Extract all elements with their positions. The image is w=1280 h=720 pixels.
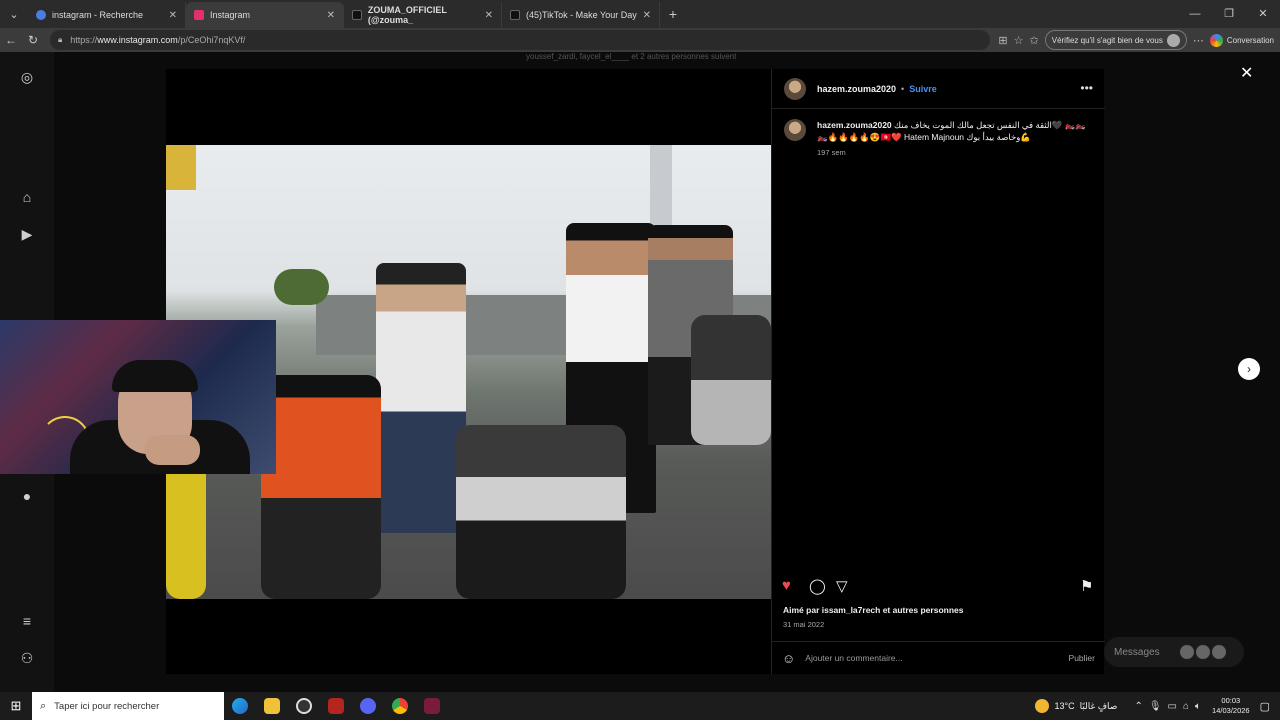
- save-bookmark-icon[interactable]: ⚑: [1080, 577, 1093, 595]
- favorite-star-icon[interactable]: ☆: [1014, 34, 1024, 47]
- taskbar-search[interactable]: ⌕ Taper ici pour rechercher: [32, 692, 224, 720]
- author-username[interactable]: hazem.zouma2020: [817, 84, 896, 94]
- acrobat-icon[interactable]: [320, 692, 352, 720]
- post-caption: hazem.zouma2020 الثقة في النفس تجعل مالك…: [784, 119, 1094, 159]
- microphone-icon[interactable]: 🎙︎: [1149, 701, 1162, 712]
- comment-input[interactable]: [805, 653, 1046, 663]
- yellow-motorcycle: [166, 460, 206, 599]
- windows-start-icon[interactable]: ⊞: [0, 698, 32, 714]
- refresh-button[interactable]: ↻: [22, 33, 44, 47]
- copilot-button[interactable]: Conversation: [1209, 33, 1274, 47]
- person-striped-shirt: [376, 263, 466, 533]
- next-post-button[interactable]: ›: [1238, 358, 1260, 380]
- tab-actions-button[interactable]: ⌄: [0, 0, 28, 28]
- back-button[interactable]: ←: [0, 33, 22, 47]
- discord-icon[interactable]: [352, 692, 384, 720]
- chevron-up-icon[interactable]: ⌃: [1134, 701, 1142, 712]
- messages-button[interactable]: Messages: [1104, 637, 1244, 667]
- media-app-icon[interactable]: [416, 692, 448, 720]
- message-avatars: [1179, 645, 1226, 659]
- notification-icon[interactable]: ▢: [1260, 700, 1270, 713]
- close-icon[interactable]: ✕: [169, 10, 177, 21]
- instagram-logo-icon[interactable]: ◎: [18, 68, 36, 86]
- device-icon[interactable]: ▭: [1168, 701, 1177, 712]
- trees: [274, 269, 329, 305]
- tab-zouma-tiktok[interactable]: ZOUMA_OFFICIEL (@zouma_ ✕: [344, 2, 502, 28]
- url-bar[interactable]: 🔒︎ https://www.instagram.com/p/CeOhi7nqK…: [50, 30, 990, 50]
- tab-tiktok[interactable]: (45)TikTok - Make Your Day ✕: [502, 2, 660, 28]
- copilot-icon: [1209, 33, 1223, 47]
- favorites-icon[interactable]: ✩: [1030, 34, 1039, 47]
- maximize-button[interactable]: ❐: [1212, 0, 1246, 28]
- reels-icon[interactable]: ▶: [18, 225, 36, 243]
- close-icon[interactable]: ✕: [1240, 63, 1253, 83]
- tiktok-icon: [510, 10, 520, 20]
- post-actions: ♥ ◯ ▽ ⚑: [772, 575, 1105, 599]
- white-motorcycle: [456, 425, 626, 599]
- tab-strip: ⌄ instagram - Recherche ✕ Instagram ✕ ZO…: [0, 0, 1280, 28]
- caption-time[interactable]: 197 sem: [817, 147, 1094, 159]
- suggestion-text: youssef_zardi, faycel_el____ et 2 autres…: [526, 52, 737, 61]
- likes-text[interactable]: Aimé par issam_la7rech et autres personn…: [783, 605, 963, 615]
- minimize-button[interactable]: —: [1178, 0, 1212, 28]
- more-options-icon[interactable]: •••: [1080, 81, 1093, 95]
- instagram-page: ◎ ⌂ ▶ ▥ ● ≡ ⚇ youssef_zardi, faycel_el__…: [0, 52, 1280, 692]
- edge-app-icon[interactable]: [224, 692, 256, 720]
- webcam-overlay: [0, 320, 276, 474]
- author-avatar[interactable]: [784, 77, 806, 100]
- instagram-icon: [194, 10, 204, 20]
- tiktok-icon: [352, 10, 362, 20]
- menu-icon[interactable]: ≡: [18, 612, 36, 630]
- caption-username[interactable]: hazem.zouma2020: [817, 120, 892, 130]
- post-header: hazem.zouma2020 • Suivre •••: [772, 69, 1105, 109]
- gas-station-canopy: [166, 145, 196, 190]
- weather-icon: [1035, 699, 1050, 713]
- caption-avatar[interactable]: [784, 119, 806, 141]
- new-tab-button[interactable]: +: [660, 6, 686, 22]
- more-apps-icon[interactable]: ⚇: [18, 649, 36, 667]
- comment-box: ☺ Publier: [772, 641, 1105, 674]
- volume-icon[interactable]: 🔈︎: [1195, 701, 1201, 712]
- orange-motorcycle: [261, 375, 381, 599]
- separator-dot: •: [901, 83, 905, 94]
- more-options-icon[interactable]: ⋯: [1193, 34, 1204, 47]
- grey-motorcycle: [691, 315, 771, 445]
- publish-button[interactable]: Publier: [1069, 653, 1095, 663]
- close-icon[interactable]: ✕: [327, 10, 335, 21]
- close-icon[interactable]: ✕: [485, 10, 493, 21]
- file-explorer-icon[interactable]: [256, 692, 288, 720]
- profile-verify-button[interactable]: Vérifiez qu'il s'agit bien de vous: [1044, 30, 1187, 50]
- post-side-panel: hazem.zouma2020 • Suivre ••• hazem.zouma…: [771, 69, 1105, 674]
- close-icon[interactable]: ✕: [643, 10, 651, 21]
- tab-instagram[interactable]: Instagram ✕: [186, 2, 344, 28]
- close-window-button[interactable]: ✕: [1246, 0, 1280, 28]
- streamer-hand: [145, 435, 200, 465]
- app-available-icon[interactable]: ⊞: [998, 34, 1007, 47]
- emoji-icon[interactable]: ☺: [782, 651, 795, 666]
- tab-instagram-search[interactable]: instagram - Recherche ✕: [28, 2, 186, 28]
- follow-button[interactable]: Suivre: [909, 84, 937, 94]
- system-tray: 13°C صافٍ غالبًا ⌃ 🎙︎ ▭ ⌂ 🔈︎ 00:03 14/03…: [1035, 692, 1280, 720]
- share-icon[interactable]: ▽: [836, 577, 848, 595]
- search-icon: ⌕: [40, 699, 47, 712]
- comment-icon[interactable]: ◯: [809, 577, 826, 595]
- weather-widget[interactable]: 13°C صافٍ غالبًا: [1035, 699, 1117, 713]
- chrome-icon[interactable]: [384, 692, 416, 720]
- taskbar: ⊞ ⌕ Taper ici pour rechercher 13°C صافٍ …: [0, 692, 1280, 720]
- toolbar-right: ⊞ ☆ ✩ Vérifiez qu'il s'agit bien de vous…: [998, 30, 1274, 50]
- obs-icon[interactable]: [288, 692, 320, 720]
- profile-icon[interactable]: ●: [18, 487, 36, 505]
- like-heart-icon[interactable]: ♥: [782, 577, 791, 594]
- bing-search-icon: [36, 10, 46, 20]
- home-icon[interactable]: ⌂: [18, 188, 36, 206]
- post-date: 31 mai 2022: [783, 620, 825, 629]
- lock-icon: 🔒︎: [58, 35, 63, 44]
- post-dialog: hazem.zouma2020 • Suivre ••• hazem.zouma…: [166, 69, 1105, 674]
- streamer-hair: [112, 360, 198, 392]
- window-controls: — ❐ ✕: [1178, 0, 1280, 28]
- clock[interactable]: 00:03 14/03/2026: [1212, 696, 1250, 716]
- profile-avatar: [1166, 33, 1180, 47]
- address-toolbar: ← ↻ 🔒︎ https://www.instagram.com/p/CeOhi…: [0, 28, 1280, 52]
- network-icon[interactable]: ⌂: [1183, 701, 1189, 712]
